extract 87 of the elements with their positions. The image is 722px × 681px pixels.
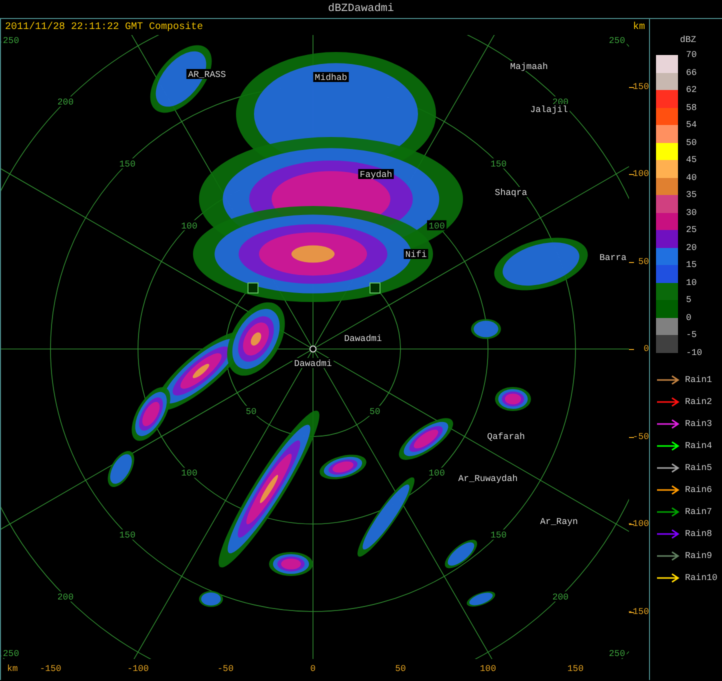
axis-label: 150 [567, 664, 584, 674]
range-label: 100 [427, 468, 446, 479]
window-title: dBZDawadmi [328, 3, 394, 15]
axis-label: -100 [627, 519, 649, 529]
place-label: Faydah [358, 169, 394, 180]
marker-icon [248, 282, 258, 294]
range-label: 250 [1, 35, 21, 46]
range-label: 150 [488, 530, 508, 541]
legend-label: 30 [686, 208, 697, 218]
legend-label: 40 [686, 172, 697, 182]
range-label: 100 [180, 468, 199, 479]
axis-label: -50 [632, 432, 649, 442]
place-label: Ar_Ruwaydah [456, 473, 520, 484]
axis-label: -50 [217, 664, 234, 674]
place-label: Jalajil [528, 104, 570, 115]
legend-label: 45 [686, 155, 697, 165]
axis-label: 100 [632, 169, 649, 179]
legend-label: -5 [686, 330, 697, 340]
range-label: 250 [1, 648, 21, 659]
legend-label: 25 [686, 225, 697, 235]
header-text: 2011/11/28 22:11:22 GMT Composite [5, 22, 204, 32]
legend-label: 20 [686, 242, 697, 252]
axis-label: 0 [644, 344, 649, 354]
track-label: Rain8 [685, 528, 712, 538]
axis-label: 50 [638, 256, 649, 266]
range-label: 200 [56, 96, 76, 108]
axis-label: 150 [632, 82, 649, 92]
range-label: 200 [550, 591, 570, 602]
legend-title: dBZ [680, 35, 696, 45]
legend-label: 35 [686, 190, 697, 200]
legend-label: -10 [686, 348, 702, 358]
place-label: Midhab [313, 72, 349, 83]
place-label: Barra [598, 252, 628, 263]
range-label: 250 [607, 35, 627, 46]
track-label: Rain2 [685, 396, 712, 406]
radar-echo-drawing [466, 591, 496, 607]
radar-echo-drawing [108, 450, 134, 488]
range-label: 150 [118, 158, 138, 170]
place-label: AR_RASS [186, 69, 228, 80]
place-label: Majmaah [508, 61, 550, 72]
axis-label: -150 [627, 606, 649, 616]
track-label: Rain1 [685, 374, 712, 384]
radar-echo-drawing [444, 540, 478, 568]
place-label: Qafarah [485, 431, 527, 442]
radar-echo-drawing [199, 591, 223, 607]
range-label: 250 [607, 648, 627, 659]
axis-unit: km [632, 22, 645, 32]
legend-label: 58 [686, 102, 697, 112]
radar-echo-drawing [495, 387, 531, 411]
legend-label: 54 [686, 120, 697, 130]
radar-echo-drawing [471, 319, 501, 339]
range-label: 150 [118, 530, 138, 541]
place-label: Dawadmi [342, 333, 384, 344]
track-label: Rain7 [685, 506, 712, 516]
place-label: Nifi [404, 249, 428, 260]
track-label: Rain6 [685, 484, 712, 494]
track-label: Rain5 [685, 462, 712, 472]
legend-label: 10 [686, 278, 697, 288]
place-label: Ar_Rayn [538, 516, 580, 527]
place-label: Dawadmi [292, 358, 334, 369]
range-label: 200 [56, 591, 76, 602]
legend-label: 5 [686, 295, 692, 305]
radar-echo-drawing [398, 418, 454, 460]
legend-label: 50 [686, 138, 697, 148]
track-label: Rain3 [685, 418, 712, 428]
range-label: 100 [180, 220, 199, 232]
radar-site-icon [310, 346, 316, 352]
track-label: Rain9 [685, 550, 712, 560]
legend-label: 66 [686, 68, 697, 78]
axis-label: 100 [480, 664, 496, 674]
legend-label: 0 [686, 312, 692, 322]
range-label: 150 [488, 158, 508, 170]
range-label: 50 [244, 406, 258, 417]
axis-label: -100 [127, 664, 149, 674]
legend-label: 62 [686, 85, 697, 95]
track-label: Rain4 [685, 440, 712, 450]
legend-label: 70 [686, 50, 697, 60]
range-label: 50 [368, 406, 382, 417]
legend-label: 15 [686, 260, 697, 270]
axis-label: 50 [395, 664, 406, 674]
axis-label: -150 [40, 664, 62, 674]
place-label: Shaqra [493, 187, 529, 198]
marker-icon [370, 282, 380, 294]
range-label: 100 [427, 220, 446, 232]
track-label: Rain10 [685, 572, 718, 582]
axis-label: 0 [310, 664, 316, 674]
axis-unit: km [7, 664, 18, 674]
